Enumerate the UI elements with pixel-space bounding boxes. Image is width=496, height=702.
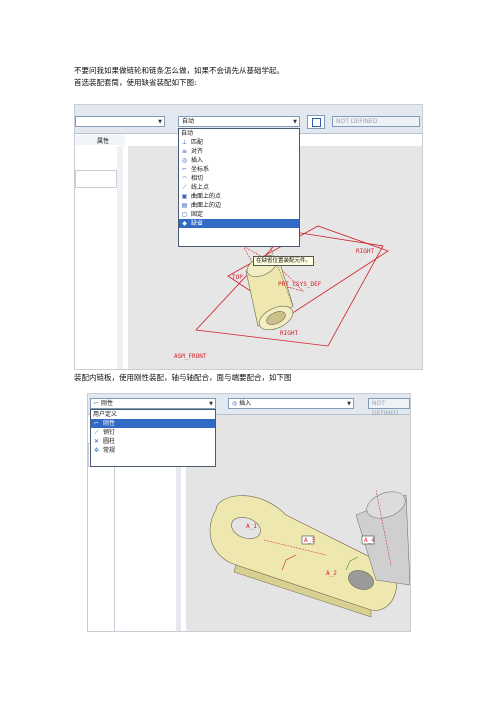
panel-scrollbar[interactable] — [117, 146, 123, 369]
point-on-line-icon: ⟋ — [182, 184, 187, 191]
menu-item-pin[interactable]: ⟋ 销钉 — [91, 428, 215, 437]
menu-item-cylinder[interactable]: ✕ 圆柱 — [91, 437, 215, 446]
label-a1: A_1 — [246, 523, 257, 530]
constraint-type-combo-2[interactable]: ◎ 插入 ▼ — [228, 398, 354, 409]
align-icon: ≡ — [181, 148, 188, 155]
pin-icon: ⟋ — [94, 429, 99, 436]
menu-item-tangent[interactable]: ◠ 相切 — [179, 174, 299, 183]
label-right: RIGHT — [356, 248, 374, 255]
front-datum-plane — [195, 230, 384, 347]
connection-type-value: 刚性 — [100, 400, 113, 407]
flip-icon — [312, 118, 321, 127]
dropdown-current[interactable]: 自动 — [179, 129, 299, 138]
label-m1: A_3 — [304, 537, 315, 544]
tab-properties[interactable]: 属性 — [97, 136, 109, 145]
doc-line-3: 装配内链板，使用刚性装配，轴与轴配合，面与端要配合，如下图 — [74, 373, 292, 382]
rigid-icon: ⌐ — [93, 420, 100, 427]
tangent-icon: ◠ — [181, 175, 188, 182]
menu-item-mate[interactable]: ⊥ 匹配 — [179, 138, 299, 147]
label-a2: A_2 — [326, 570, 337, 577]
chevron-down-icon: ▼ — [209, 401, 213, 407]
constraint-type-combo[interactable]: 自动 ▼ — [178, 116, 300, 127]
label-front: ASM_FRONT — [174, 353, 207, 360]
default-icon: ◆ — [182, 220, 187, 227]
doc-line-2: 首选装配套筒，使用缺省装配如下图: — [74, 78, 197, 87]
status-value: NOT DEFINED — [336, 118, 378, 125]
panel-field[interactable] — [75, 170, 117, 188]
menu-item-general[interactable]: ✲ 常规 — [91, 446, 215, 455]
point-on-surface-icon: ▣ — [181, 193, 188, 200]
tooltip: 在缺省位置装配元件。 — [253, 256, 315, 266]
menu-item-edge-on-surface[interactable]: ▤ 曲面上的边 — [179, 201, 299, 210]
menu-item-insert[interactable]: ◎ 插入 — [179, 156, 299, 165]
menu-item-default[interactable]: ◆ 缺省 — [179, 219, 299, 228]
menu-item-point-on-surface[interactable]: ▣ 曲面上的点 — [179, 192, 299, 201]
doc-line-1: 不要问我如果做链轮和链条怎么做，如果不会请先从基础学起。 — [74, 66, 284, 75]
status-field-2: NOT DEFINED — [368, 398, 410, 417]
connection-icon: ⌐ — [94, 400, 101, 407]
screenshot-default-assembly: ▼ 自动 ▼ NOT DEFINED 属性 RIGHT TOP PRT_CSYS… — [74, 104, 423, 370]
menu-item-rigid[interactable]: ⌐ 刚性 — [91, 419, 215, 428]
label-m2: A_4 — [364, 537, 375, 544]
fix-icon: ▢ — [181, 211, 188, 218]
label-top: TOP — [232, 274, 243, 281]
status-field: NOT DEFINED — [332, 116, 420, 127]
chevron-down-icon: ▼ — [158, 119, 162, 125]
label-right-2: RIGHT — [280, 330, 298, 337]
constraint-type-value: 自动 — [182, 118, 195, 125]
general-icon: ✲ — [93, 447, 100, 454]
flip-button[interactable] — [307, 115, 325, 129]
tab-bar: 属性 — [75, 135, 125, 145]
menu-item-align[interactable]: ≡ 对齐 — [179, 147, 299, 156]
dropdown-header: 用户定义 — [93, 411, 118, 418]
edge-on-surface-icon: ▤ — [181, 202, 188, 209]
cylinder-icon: ✕ — [93, 438, 100, 445]
constraint-type-value-2: 插入 — [239, 400, 252, 407]
menu-item-point-on-line[interactable]: ⟋ 线上点 — [179, 183, 299, 192]
constraint-dropdown: 自动 ⊥ 匹配 ≡ 对齐 ◎ 插入 ⌐ 坐标系 ◠ 相切 ⟋ 线上点 ▣ 曲面上的点 ▤ 曲面上… — [178, 128, 300, 247]
left-combo[interactable]: ▼ — [75, 116, 165, 127]
menu-item-csys[interactable]: ⌐ 坐标系 — [179, 165, 299, 174]
menu-item-fix[interactable]: ▢ 固定 — [179, 210, 299, 219]
left-panel — [75, 146, 123, 369]
chevron-down-icon: ▼ — [347, 401, 351, 407]
chevron-down-icon: ▼ — [293, 119, 297, 125]
screenshot-rigid-assembly: ⌐ 刚性 ▼ ◎ 插入 ▼ NOT DEFINED A_1 A_3 A_4 A_… — [87, 393, 411, 632]
insert-icon: ◎ — [181, 157, 188, 164]
mate-icon: ⊥ — [181, 139, 188, 146]
connection-dropdown: 用户定义 ⌐ 刚性 ⟋ 销钉 ✕ 圆柱 ✲ 常规 — [90, 409, 216, 467]
connection-type-combo[interactable]: ⌐ 刚性 ▼ — [90, 398, 216, 409]
label-csys: PRT_CSYS_DEF — [278, 281, 322, 288]
csys-icon: ⌐ — [181, 166, 188, 173]
